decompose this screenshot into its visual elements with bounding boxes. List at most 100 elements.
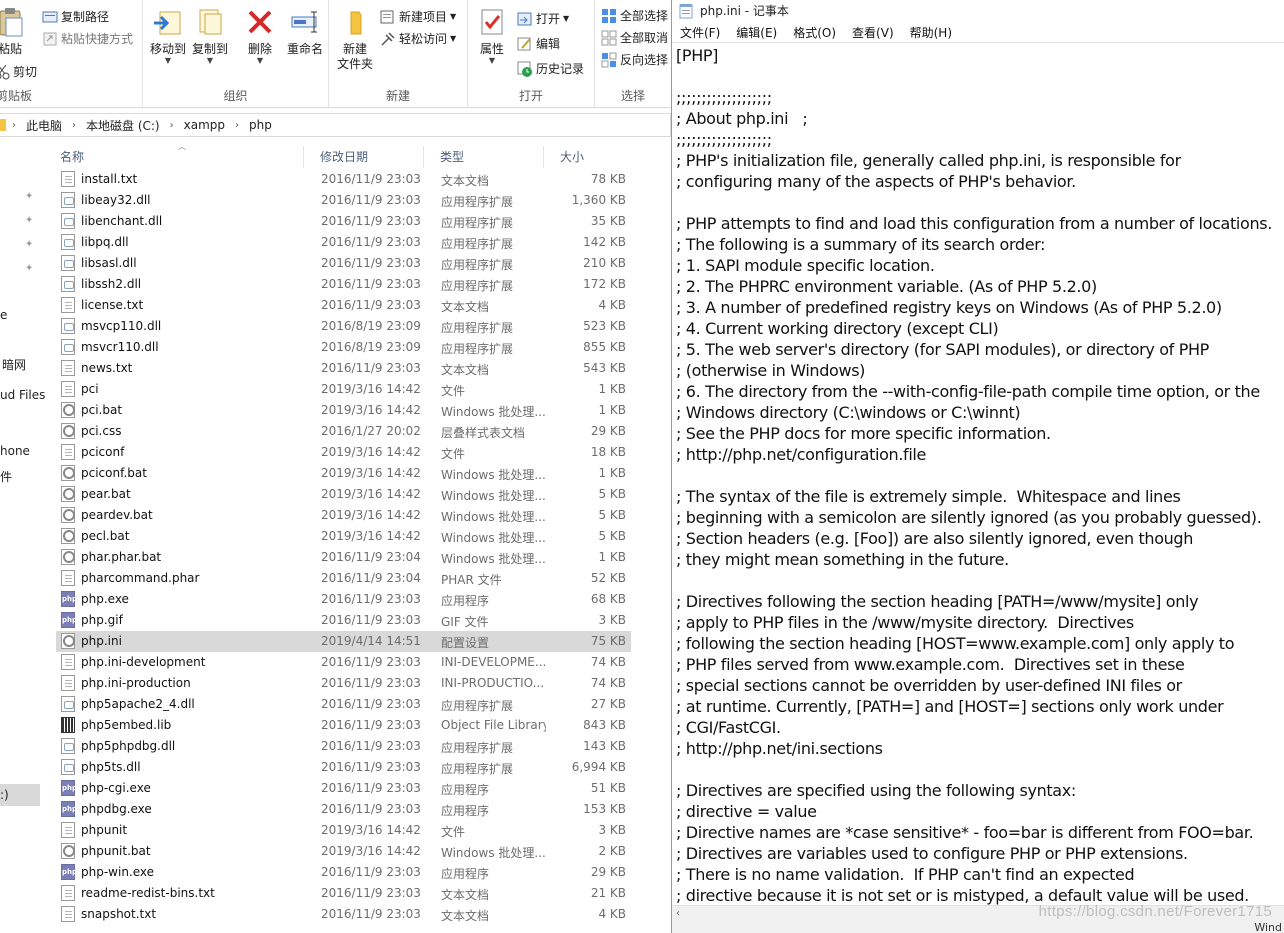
easy-access-button[interactable]: 轻松访问 ▼ <box>380 30 456 47</box>
file-row[interactable]: libpq.dll 2016/11/9 23:03 应用程序扩展 142 KB <box>56 232 631 253</box>
file-row[interactable]: peardev.bat 2019/3/16 14:42 Windows 批处理...… <box>56 505 631 526</box>
file-row[interactable]: news.txt 2016/11/9 23:03 文本文档 543 KB <box>56 358 631 379</box>
file-row[interactable]: php.ini 2019/4/14 14:51 配置设置 75 KB <box>56 631 631 652</box>
file-row[interactable]: readme-redist-bins.txt 2016/11/9 23:03 文本文… <box>56 883 631 904</box>
file-row[interactable]: php5ts.dll 2016/11/9 23:03 应用程序扩展 6,994 KB <box>56 757 631 778</box>
rename-button[interactable]: 重命名 <box>281 6 329 57</box>
file-row[interactable]: pciconf 2019/3/16 14:42 文件 18 KB <box>56 442 631 463</box>
notepad-titlebar[interactable]: php.ini - 记事本 <box>672 0 1284 21</box>
nav-item[interactable]: e <box>0 308 7 322</box>
file-type: Windows 批处理... <box>441 405 546 419</box>
file-size: 74 KB <box>590 676 626 690</box>
file-row[interactable]: libsasl.dll 2016/11/9 23:03 应用程序扩展 210 KB <box>56 253 631 274</box>
file-row[interactable]: phpunit 2019/3/16 14:42 文件 3 KB <box>56 820 631 841</box>
file-row[interactable]: php php-cgi.exe 2016/11/9 23:03 应用程序 51 KB <box>56 778 631 799</box>
edit-button[interactable]: 编辑 <box>517 35 560 52</box>
menu-help[interactable]: 帮助(H) <box>910 24 952 41</box>
file-date: 2016/11/9 23:03 <box>321 697 421 711</box>
pin-icon[interactable]: ✦ <box>25 264 35 274</box>
select-all-button[interactable]: 全部选择 <box>601 7 668 24</box>
history-button[interactable]: 历史记录 <box>517 60 584 77</box>
pin-icon[interactable]: ✦ <box>25 240 35 250</box>
notepad-text-area[interactable]: [PHP] ;;;;;;;;;;;;;;;;;;; ; About php.in… <box>672 42 1284 905</box>
file-row[interactable]: pci 2019/3/16 14:42 文件 1 KB <box>56 379 631 400</box>
address-bar[interactable]: › 此电脑 › 本地磁盘 (C:) › xampp › php <box>0 113 671 137</box>
scroll-left-icon[interactable]: ‹ <box>676 908 680 919</box>
file-date: 2016/11/9 23:03 <box>321 592 421 606</box>
dll-file-icon <box>61 234 75 250</box>
file-row[interactable]: pecl.bat 2019/3/16 14:42 Windows 批处理... 5 K… <box>56 526 631 547</box>
menu-view[interactable]: 查看(V) <box>852 24 894 41</box>
new-item-button[interactable]: 新建项目 ▼ <box>380 8 456 25</box>
file-row[interactable]: php php.exe 2016/11/9 23:03 应用程序 68 KB <box>56 589 631 610</box>
nav-item[interactable]: 暗网 <box>2 356 26 373</box>
file-icon <box>61 822 75 838</box>
file-row[interactable]: php php-win.exe 2016/11/9 23:03 应用程序 29 KB <box>56 862 631 883</box>
copy-to-icon <box>194 6 226 38</box>
file-row[interactable]: pci.css 2016/1/27 20:02 层叠样式表文档 29 KB <box>56 421 631 442</box>
column-header-date[interactable]: 修改日期 <box>304 146 424 168</box>
copy-to-button[interactable]: 复制到 ▼ <box>188 6 232 65</box>
file-row[interactable]: install.txt 2016/11/9 23:03 文本文档 78 KB <box>56 169 631 190</box>
file-type: 应用程序 <box>441 804 490 818</box>
file-row[interactable]: pear.bat 2019/3/16 14:42 Windows 批处理... 5 K… <box>56 484 631 505</box>
file-size: 74 KB <box>590 655 626 669</box>
pin-icon[interactable]: ✦ <box>25 216 35 226</box>
open-button[interactable]: 打开 ▼ <box>517 10 569 27</box>
file-row[interactable]: pci.bat 2019/3/16 14:42 Windows 批处理... 1 KB <box>56 400 631 421</box>
nav-item[interactable]: hone <box>0 444 30 458</box>
file-row[interactable]: msvcr110.dll 2016/8/19 23:09 应用程序扩展 855 KB <box>56 337 631 358</box>
ribbon-group-label-organize: 组织 <box>223 89 248 103</box>
menu-file[interactable]: 文件(F) <box>680 24 720 41</box>
move-to-button[interactable]: 移动到 ▼ <box>146 6 190 65</box>
breadcrumb-xampp[interactable]: xampp <box>184 118 225 132</box>
file-row[interactable]: pharcommand.phar 2016/11/9 23:04 PHAR 文件 52… <box>56 568 631 589</box>
file-row[interactable]: pciconf.bat 2019/3/16 14:42 Windows 批处理...… <box>56 463 631 484</box>
column-header-size[interactable]: 大小 <box>544 146 634 168</box>
file-row[interactable]: libeay32.dll 2016/11/9 23:03 应用程序扩展 1,360 K… <box>56 190 631 211</box>
file-row[interactable]: php.ini-production 2016/11/9 23:03 INI-PRO… <box>56 673 631 694</box>
nav-item[interactable]: ud Files <box>0 388 45 402</box>
breadcrumb-this-pc[interactable]: 此电脑 <box>26 117 62 134</box>
delete-button[interactable]: 删除 ▼ <box>238 6 282 65</box>
file-row[interactable]: php5phpdbg.dll 2016/11/9 23:03 应用程序扩展 143 K… <box>56 736 631 757</box>
nav-item[interactable]: 件 <box>0 468 12 485</box>
chevron-down-icon: ▼ <box>563 14 570 23</box>
new-folder-button[interactable]: 新建 文件夹 <box>333 6 377 72</box>
column-header-name[interactable]: 名称 <box>44 146 304 168</box>
paste-button[interactable]: 粘贴 <box>0 6 32 57</box>
file-row[interactable]: php phpdbg.exe 2016/11/9 23:03 应用程序 153 KB <box>56 799 631 820</box>
file-row[interactable]: php php.gif 2016/11/9 23:03 GIF 文件 3 KB <box>56 610 631 631</box>
pin-icon[interactable]: ✦ <box>25 192 35 202</box>
file-row[interactable]: php.ini-development 2016/11/9 23:03 INI-DE… <box>56 652 631 673</box>
column-header-type[interactable]: 类型 <box>424 146 544 168</box>
breadcrumb-php[interactable]: php <box>249 118 272 132</box>
select-none-button[interactable]: 全部取消 <box>601 29 668 46</box>
move-to-label: 移动到 <box>149 42 186 56</box>
file-row[interactable]: php5apache2_4.dll 2016/11/9 23:03 应用程序扩展 27… <box>56 694 631 715</box>
file-row[interactable]: msvcp110.dll 2016/8/19 23:09 应用程序扩展 523 KB <box>56 316 631 337</box>
file-row[interactable]: libssh2.dll 2016/11/9 23:03 应用程序扩展 172 KB <box>56 274 631 295</box>
file-row[interactable]: phpunit.bat 2019/3/16 14:42 Windows 批处理...… <box>56 841 631 862</box>
menu-format[interactable]: 格式(O) <box>793 24 836 41</box>
file-type: 文件 <box>441 825 466 839</box>
properties-button[interactable]: 属性 ▼ <box>470 6 514 65</box>
menu-edit[interactable]: 编辑(E) <box>736 24 777 41</box>
file-type: Windows 批处理... <box>441 468 546 482</box>
paste-shortcut-button[interactable]: 粘贴快捷方式 <box>42 30 133 47</box>
nav-item-selected[interactable]: :) <box>0 784 40 806</box>
file-date: 2016/11/9 23:03 <box>321 907 421 921</box>
file-row[interactable]: libenchant.dll 2016/11/9 23:03 应用程序扩展 35 KB <box>56 211 631 232</box>
delete-icon <box>244 6 276 38</box>
file-type: Windows 批处理... <box>441 552 546 566</box>
dll-file-icon <box>61 255 75 271</box>
copy-path-button[interactable]: 复制路径 <box>42 8 109 25</box>
file-row[interactable]: phar.phar.bat 2016/11/9 23:04 Windows 批处理.… <box>56 547 631 568</box>
file-size: 2 KB <box>598 844 626 858</box>
cut-button[interactable]: 剪切 <box>0 63 37 80</box>
file-row[interactable]: license.txt 2016/11/9 23:03 文本文档 4 KB <box>56 295 631 316</box>
breadcrumb-local-disk[interactable]: 本地磁盘 (C:) <box>86 117 160 134</box>
file-row[interactable]: php5embed.lib 2016/11/9 23:03 Object File … <box>56 715 631 736</box>
invert-selection-button[interactable]: 反向选择 <box>601 51 668 68</box>
file-row[interactable]: snapshot.txt 2016/11/9 23:03 文本文档 4 KB <box>56 904 631 925</box>
